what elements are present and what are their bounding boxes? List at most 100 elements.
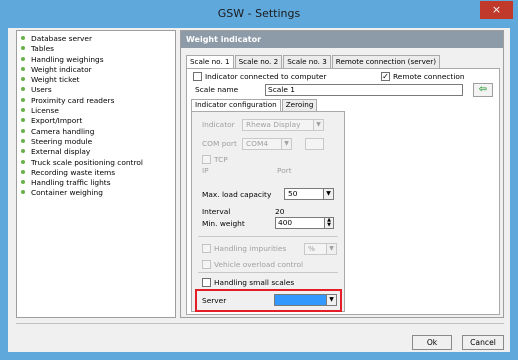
tab-scale-2[interactable]: Scale no. 2 <box>234 55 283 68</box>
chevron-down-icon[interactable]: ▼ <box>313 120 323 130</box>
chevron-down-icon[interactable]: ▼ <box>326 295 336 305</box>
handling-small-scales-checkbox[interactable]: Handling small scales <box>202 277 294 288</box>
bullet-icon <box>21 46 25 51</box>
sidebar-item-label: External display <box>31 147 91 157</box>
window-title: GSW - Settings <box>217 7 301 20</box>
bullet-icon <box>21 190 25 195</box>
sidebar-item[interactable]: Weight indicator <box>17 65 175 75</box>
sidebar-item[interactable]: Handling traffic lights <box>17 178 175 188</box>
tab-remote-connection[interactable]: Remote connection (server) <box>331 55 441 68</box>
sidebar-item[interactable]: Camera handling <box>17 127 175 137</box>
scale-name-label: Scale name <box>195 85 239 94</box>
impurities-unit-select[interactable]: % ▼ <box>304 243 337 255</box>
indicator-value: Rhewa Display <box>246 120 301 129</box>
indicator-connected-checkbox[interactable]: Indicator connected to computer <box>193 71 327 82</box>
sidebar-item-label: Truck scale positioning control <box>31 157 143 167</box>
close-button[interactable]: × <box>480 1 513 19</box>
sidebar-item[interactable]: Recording waste items <box>17 168 175 178</box>
cancel-button[interactable]: Cancel <box>462 335 504 350</box>
remote-connection-label: Remote connection <box>393 72 465 81</box>
com-port-select[interactable]: COM4 ▼ <box>242 138 292 150</box>
min-weight-label: Min. weight <box>202 219 245 228</box>
sidebar-item[interactable]: Users <box>17 85 175 95</box>
sidebar-item-label: License <box>31 106 59 116</box>
indicator-connected-check[interactable] <box>193 71 202 81</box>
bullet-icon <box>21 118 25 123</box>
tcp-check[interactable] <box>202 154 211 164</box>
settings-category-list[interactable]: Database server Tables Handling weighings W… <box>16 30 176 318</box>
sidebar-item[interactable]: Handling weighings <box>17 55 175 65</box>
bullet-icon <box>21 149 25 154</box>
sidebar-item-label: Camera handling <box>31 126 95 136</box>
bullet-icon <box>21 138 25 143</box>
indicator-connected-label: Indicator connected to computer <box>205 72 327 81</box>
chevron-down-icon[interactable]: ▼ <box>281 139 291 149</box>
sidebar-item-label: Recording waste items <box>31 167 116 177</box>
sidebar-item-label: Steering module <box>31 136 93 146</box>
min-weight-value: 400 <box>278 218 293 227</box>
sidebar-item-label: Handling weighings <box>31 54 104 64</box>
indicator-label: Indicator <box>202 120 235 129</box>
tab-scale-3[interactable]: Scale no. 3 <box>283 55 331 68</box>
server-select[interactable]: ▼ <box>274 294 337 306</box>
chevron-down-icon[interactable]: ▼ <box>323 189 333 199</box>
sidebar-item[interactable]: License <box>17 106 175 116</box>
scale-tabs: Scale no. 1 Scale no. 2 Scale no. 3 Remo… <box>186 55 441 69</box>
sidebar-item-label: Users <box>31 85 52 95</box>
vehicle-overload-check[interactable] <box>202 259 211 269</box>
vehicle-overload-checkbox[interactable]: Vehicle overload control <box>202 259 304 270</box>
vehicle-overload-label: Vehicle overload control <box>214 260 304 269</box>
handling-impurities-checkbox[interactable]: Handling impurities <box>202 243 287 254</box>
sidebar-item-label: Tables <box>31 44 54 54</box>
sidebar-item-label: Export/Import <box>31 116 83 126</box>
sidebar-item-label: Container weighing <box>31 188 103 198</box>
sidebar-item[interactable]: Tables <box>17 44 175 54</box>
spin-arrows-icon[interactable]: ▲ ▼ <box>324 218 333 228</box>
com-port-label: COM port <box>202 139 237 148</box>
config-subtabs: Indicator configuration Zeroing <box>191 99 318 112</box>
min-weight-stepper[interactable]: 400 ▲ ▼ <box>275 217 334 229</box>
handling-small-scales-check[interactable] <box>202 277 211 287</box>
remote-connection-checkbox[interactable]: ✓ Remote connection <box>381 71 465 82</box>
indicator-select[interactable]: Rhewa Display ▼ <box>242 119 324 131</box>
ip-label: IP <box>202 166 209 175</box>
sidebar-item-label: Handling traffic lights <box>31 178 111 188</box>
footer-divider <box>16 323 504 324</box>
left-arrow-icon[interactable]: ⇦ <box>473 83 493 97</box>
weight-indicator-panel: Weight indicator Scale no. 1 Scale no. 2… <box>180 30 504 318</box>
sidebar-item-label: Weight indicator <box>31 64 92 74</box>
sidebar-item[interactable]: Container weighing <box>17 188 175 198</box>
bullet-icon <box>21 77 25 82</box>
sidebar-item[interactable]: External display <box>17 147 175 157</box>
chevron-down-icon[interactable]: ▼ <box>326 244 336 254</box>
sidebar-item[interactable]: Export/Import <box>17 116 175 126</box>
sidebar-item[interactable]: Steering module <box>17 137 175 147</box>
bullet-icon <box>21 169 25 174</box>
tab-scale-1[interactable]: Scale no. 1 <box>186 55 234 69</box>
title-bar[interactable]: GSW - Settings × <box>0 0 518 28</box>
bullet-icon <box>21 108 25 113</box>
ok-button[interactable]: Ok <box>412 335 452 350</box>
sidebar-item-label: Weight ticket <box>31 75 80 85</box>
divider <box>198 236 338 237</box>
scale-name-input[interactable]: Scale 1 <box>265 84 463 96</box>
max-load-select[interactable]: 50 ▼ <box>284 188 334 200</box>
bullet-icon <box>21 66 25 71</box>
handling-impurities-label: Handling impurities <box>214 244 287 253</box>
remote-connection-check[interactable]: ✓ <box>381 71 390 81</box>
sidebar-item[interactable]: Weight ticket <box>17 75 175 85</box>
tab-zeroing[interactable]: Zeroing <box>281 99 318 111</box>
bullet-icon <box>21 159 25 164</box>
com-port-extra-field[interactable] <box>305 138 324 150</box>
divider <box>198 272 338 273</box>
impurities-unit-value: % <box>308 244 316 253</box>
sidebar-item-label: Database server <box>31 34 93 43</box>
handling-impurities-check[interactable] <box>202 243 211 253</box>
bullet-icon <box>21 97 25 102</box>
sidebar-item[interactable]: Database server <box>17 34 175 44</box>
tcp-label: TCP <box>214 155 228 164</box>
bullet-icon <box>21 128 25 133</box>
tcp-checkbox[interactable]: TCP <box>202 154 228 165</box>
sidebar-item[interactable]: Proximity card readers <box>17 96 175 106</box>
sidebar-item[interactable]: Truck scale positioning control <box>17 158 175 168</box>
